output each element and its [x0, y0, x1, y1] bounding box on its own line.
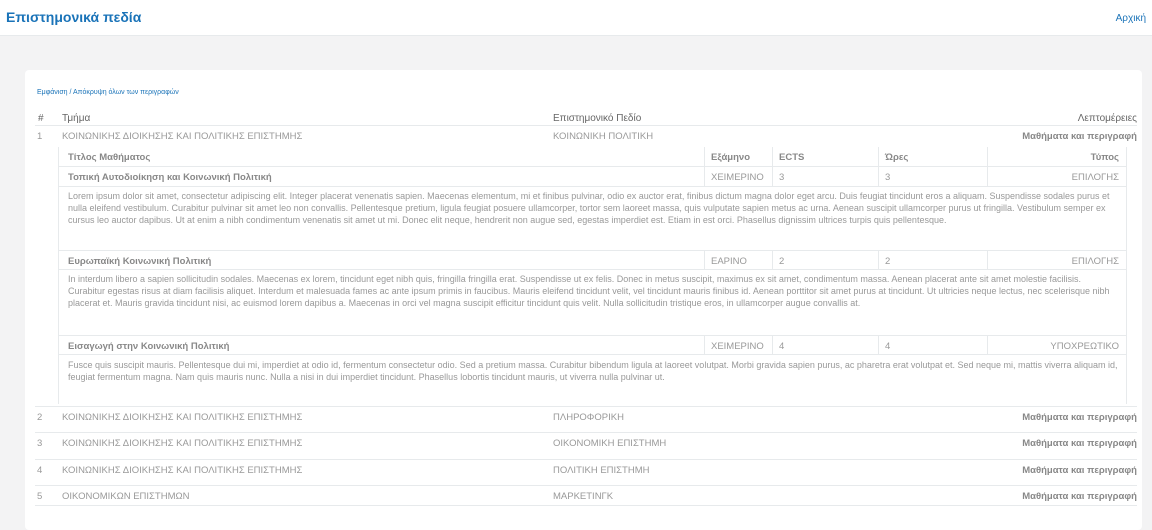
course-semester: ΧΕΙΜΕΡΙΝΟ: [711, 172, 764, 183]
course-type: ΕΠΙΛΟΓΗΣ: [1071, 256, 1119, 267]
row-field: ΚΟΙΝΩΝΙΚΗ ΠΟΛΙΤΙΚΗ: [553, 131, 654, 142]
course-row[interactable]: Εισαγωγή στην Κοινωνική Πολιτική ΧΕΙΜΕΡΙ…: [59, 335, 1127, 355]
course-type: ΥΠΟΧΡΕΩΤΙΚΟ: [1050, 341, 1119, 352]
course-ects: 3: [779, 172, 785, 183]
column-divider: [987, 251, 988, 269]
course-ects: 4: [779, 341, 785, 352]
table-row: 4 ΚΟΙΝΩΝΙΚΗΣ ΔΙΟΙΚΗΣΗΣ ΚΑΙ ΠΟΛΙΤΙΚΗΣ ΕΠΙ…: [35, 459, 1137, 480]
column-divider: [704, 167, 705, 186]
course-hours: 2: [885, 256, 891, 267]
course-title: Τοπική Αυτοδιοίκηση και Κοινωνική Πολιτι…: [68, 172, 272, 183]
top-bar: Επιστημονικά πεδία Αρχική: [0, 0, 1152, 36]
row-number: 4: [37, 465, 43, 476]
column-divider: [878, 167, 879, 186]
courses-col-title: Τίτλος Μαθήματος: [68, 152, 151, 163]
courses-details-link[interactable]: Μαθήματα και περιγραφή: [1022, 465, 1137, 476]
page-title: Επιστημονικά πεδία: [6, 9, 142, 25]
course-semester: ΕΑΡΙΝΟ: [711, 256, 747, 267]
courses-col-hours: Ώρες: [885, 152, 909, 163]
courses-col-ects: ECTS: [779, 152, 805, 163]
column-divider: [878, 251, 879, 269]
row-department: ΚΟΙΝΩΝΙΚΗΣ ΔΙΟΙΚΗΣΗΣ ΚΑΙ ΠΟΛΙΤΙΚΗΣ ΕΠΙΣΤ…: [62, 438, 303, 449]
table-row: 5 ΟΙΚΟΝΟΜΙΚΩΝ ΕΠΙΣΤΗΜΩΝ ΜΑΡΚΕΤΙΝΓΚ Μαθήμ…: [35, 485, 1137, 506]
row-number: 5: [37, 491, 43, 502]
column-divider: [704, 251, 705, 269]
table-row: 2 ΚΟΙΝΩΝΙΚΗΣ ΔΙΟΙΚΗΣΗΣ ΚΑΙ ΠΟΛΙΤΙΚΗΣ ΕΠΙ…: [35, 406, 1137, 427]
row-field: ΟΙΚΟΝΟΜΙΚΗ ΕΠΙΣΤΗΜΗ: [553, 438, 667, 449]
course-row[interactable]: Ευρωπαϊκή Κοινωνική Πολιτική ΕΑΡΙΝΟ 2 2 …: [59, 250, 1127, 270]
fields-card: Εμφάνιση / Απόκρυψη όλων των περιγραφών …: [25, 70, 1142, 530]
courses-subtable: Τίτλος Μαθήματος Εξάμηνο ECTS Ώρες Τύπος…: [58, 147, 1127, 404]
row-field: ΠΟΛΙΤΙΚΗ ΕΠΙΣΤΗΜΗ: [553, 465, 650, 476]
column-divider: [987, 336, 988, 354]
course-hours: 3: [885, 172, 891, 183]
column-divider: [878, 147, 879, 166]
course-description: Fusce quis suscipit mauris. Pellentesque…: [68, 360, 1118, 383]
course-description: Lorem ipsum dolor sit amet, consectetur …: [68, 191, 1110, 226]
column-divider: [772, 336, 773, 354]
course-semester: ΧΕΙΜΕΡΙΝΟ: [711, 341, 764, 352]
column-divider: [987, 147, 988, 166]
courses-col-type: Τύπος: [1090, 152, 1119, 163]
column-divider: [772, 167, 773, 186]
course-ects: 2: [779, 256, 785, 267]
column-divider: [704, 147, 705, 166]
course-description: In interdum libero a sapien sollicitudin…: [68, 274, 1110, 309]
row-field: ΜΑΡΚΕΤΙΝΓΚ: [553, 491, 614, 502]
row-department: ΚΟΙΝΩΝΙΚΗΣ ΔΙΟΙΚΗΣΗΣ ΚΑΙ ΠΟΛΙΤΙΚΗΣ ΕΠΙΣΤ…: [62, 131, 303, 142]
row-department: ΚΟΙΝΩΝΙΚΗΣ ΔΙΟΙΚΗΣΗΣ ΚΑΙ ΠΟΛΙΤΙΚΗΣ ΕΠΙΣΤ…: [62, 412, 303, 423]
home-link[interactable]: Αρχική: [1116, 13, 1146, 24]
row-department: ΚΟΙΝΩΝΙΚΗΣ ΔΙΟΙΚΗΣΗΣ ΚΑΙ ΠΟΛΙΤΙΚΗΣ ΕΠΙΣΤ…: [62, 465, 303, 476]
table-row: 1 ΚΟΙΝΩΝΙΚΗΣ ΔΙΟΙΚΗΣΗΣ ΚΑΙ ΠΟΛΙΤΙΚΗΣ ΕΠΙ…: [35, 125, 1137, 146]
courses-header-row: Τίτλος Μαθήματος Εξάμηνο ECTS Ώρες Τύπος: [59, 147, 1127, 167]
col-header-dept: Τμήμα: [62, 113, 91, 124]
column-divider: [704, 336, 705, 354]
courses-details-link[interactable]: Μαθήματα και περιγραφή: [1022, 131, 1137, 142]
course-hours: 4: [885, 341, 891, 352]
course-title: Εισαγωγή στην Κοινωνική Πολιτική: [68, 341, 230, 352]
courses-details-link[interactable]: Μαθήματα και περιγραφή: [1022, 491, 1137, 502]
row-number: 3: [37, 438, 43, 449]
column-divider: [772, 147, 773, 166]
course-row[interactable]: Τοπική Αυτοδιοίκηση και Κοινωνική Πολιτι…: [59, 167, 1127, 187]
row-number: 2: [37, 412, 43, 423]
course-title: Ευρωπαϊκή Κοινωνική Πολιτική: [68, 256, 212, 267]
courses-details-link[interactable]: Μαθήματα και περιγραφή: [1022, 438, 1137, 449]
row-number: 1: [37, 131, 43, 142]
courses-details-link[interactable]: Μαθήματα και περιγραφή: [1022, 412, 1137, 423]
courses-col-semester: Εξάμηνο: [711, 152, 750, 163]
col-header-num: #: [38, 113, 44, 124]
toggle-all-descriptions-link[interactable]: Εμφάνιση / Απόκρυψη όλων των περιγραφών: [37, 89, 179, 96]
table-row: 3 ΚΟΙΝΩΝΙΚΗΣ ΔΙΟΙΚΗΣΗΣ ΚΑΙ ΠΟΛΙΤΙΚΗΣ ΕΠΙ…: [35, 432, 1137, 453]
row-department: ΟΙΚΟΝΟΜΙΚΩΝ ΕΠΙΣΤΗΜΩΝ: [62, 491, 190, 502]
row-field: ΠΛΗΡΟΦΟΡΙΚΗ: [553, 412, 624, 423]
col-header-details: Λεπτομέρειες: [1077, 113, 1137, 124]
column-divider: [772, 251, 773, 269]
column-divider: [878, 336, 879, 354]
course-type: ΕΠΙΛΟΓΗΣ: [1071, 172, 1119, 183]
col-header-field: Επιστημονικό Πεδίο: [553, 113, 642, 124]
column-divider: [987, 167, 988, 186]
